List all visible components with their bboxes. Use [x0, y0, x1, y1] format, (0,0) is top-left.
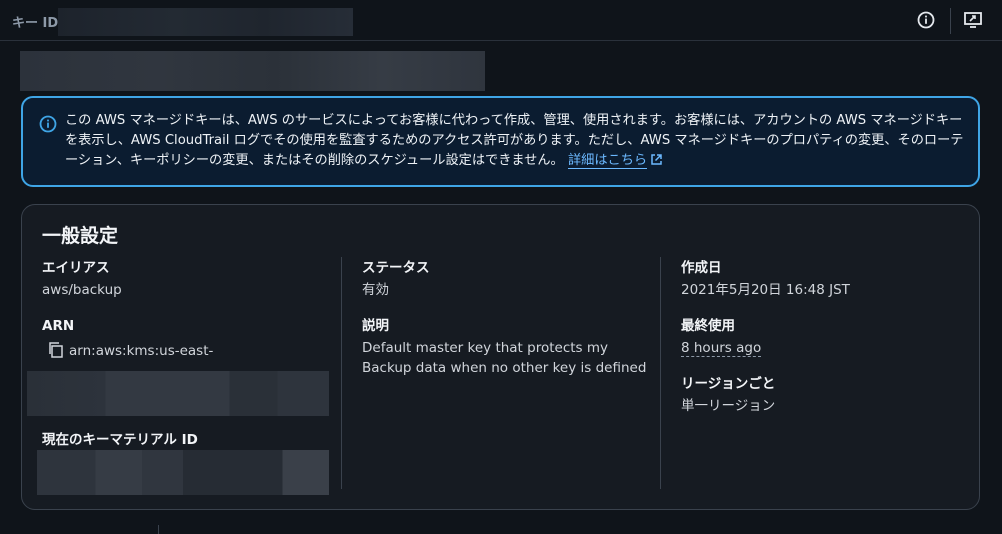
column-1: エイリアス aws/backup ARN arn:aws:kms:us-east…	[42, 259, 213, 361]
info-icon[interactable]	[915, 9, 937, 31]
description-label: 説明	[362, 318, 389, 334]
banner-text: この AWS マネージドキーは、AWS のサービスによってお客様に代わって作成、…	[65, 111, 965, 171]
managed-key-info-banner: この AWS マネージドキーは、AWS のサービスによってお客様に代わって作成、…	[21, 96, 980, 187]
redacted-key-title	[20, 51, 485, 91]
alias-label: エイリアス	[42, 260, 110, 276]
redacted-key-id	[58, 8, 353, 36]
created-value: 2021年5月20日 16:48 JST	[681, 282, 850, 298]
region-value: 単一リージョン	[681, 398, 776, 414]
key-material-block: 現在のキーマテリアル ID	[42, 431, 198, 449]
top-bar: キー ID	[0, 0, 1002, 41]
redacted-key-material-id	[37, 450, 329, 495]
arn-value-row: arn:aws:kms:us-east-	[42, 341, 213, 361]
toolbar-divider	[950, 8, 951, 34]
external-link-icon[interactable]	[650, 153, 663, 166]
redacted-arn	[27, 371, 329, 416]
copy-icon[interactable]	[48, 342, 63, 358]
screen-share-icon[interactable]	[962, 9, 984, 31]
column-2: ステータス 有効 説明 Default master key that prot…	[362, 259, 646, 378]
last-used-value[interactable]: 8 hours ago	[681, 340, 762, 357]
key-id-label: キー ID	[12, 16, 59, 31]
column-divider-2	[660, 257, 661, 489]
panel-title: 一般設定	[42, 225, 119, 247]
banner-message: この AWS マネージドキーは、AWS のサービスによってお客様に代わって作成、…	[65, 113, 964, 168]
bottom-divider	[158, 525, 159, 534]
learn-more-link[interactable]: 詳細はこちら	[567, 153, 648, 169]
alias-value: aws/backup	[42, 282, 122, 298]
arn-value: arn:aws:kms:us-east-	[69, 343, 214, 359]
key-material-label: 現在のキーマテリアル ID	[42, 432, 198, 448]
info-circle-icon	[39, 115, 57, 133]
region-label: リージョンごと	[681, 376, 776, 392]
arn-label: ARN	[42, 318, 75, 334]
last-used-label: 最終使用	[681, 318, 735, 334]
last-used-value-row: 8 hours ago	[681, 338, 850, 358]
status-label: ステータス	[362, 260, 430, 276]
description-line-2: Backup data when no other key is defined	[362, 360, 647, 376]
created-label: 作成日	[681, 260, 722, 276]
status-value: 有効	[362, 282, 389, 298]
general-settings-panel: 一般設定 エイリアス aws/backup ARN arn:aws:kms:us…	[21, 204, 980, 510]
column-divider-1	[341, 257, 342, 489]
column-3: 作成日 2021年5月20日 16:48 JST 最終使用 8 hours ag…	[681, 259, 850, 416]
description-line-1: Default master key that protects my	[362, 340, 609, 356]
